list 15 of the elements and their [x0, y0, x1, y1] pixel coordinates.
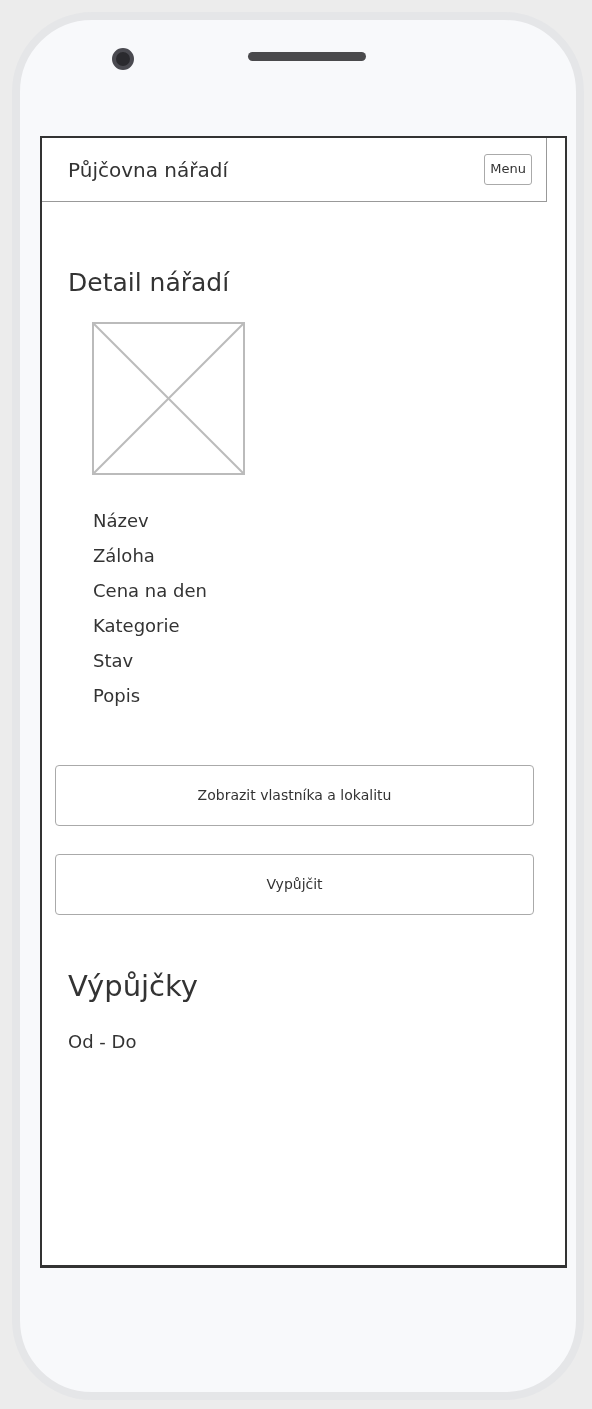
field-label: Cena na den	[93, 578, 208, 603]
action-button[interactable]: Zobrazit vlastníka a lokalitu	[55, 764, 534, 826]
app-title: Půjčovna nářadí	[68, 156, 228, 184]
date-range: Od - Do	[68, 1030, 138, 1054]
field-label: Název	[93, 508, 150, 533]
field-label: Popis	[93, 683, 142, 708]
field-label: Kategorie	[93, 613, 181, 638]
field-label: Záloha	[93, 543, 156, 568]
section-heading: Výpůjčky	[68, 967, 199, 1005]
field-label: Stav	[93, 648, 135, 673]
menu-button[interactable]: Menu	[484, 154, 532, 185]
speaker-icon	[248, 52, 366, 61]
camera-icon	[112, 48, 134, 70]
action-button[interactable]: Vypůjčit	[55, 853, 534, 915]
page-heading: Detail nářadí	[68, 267, 231, 299]
